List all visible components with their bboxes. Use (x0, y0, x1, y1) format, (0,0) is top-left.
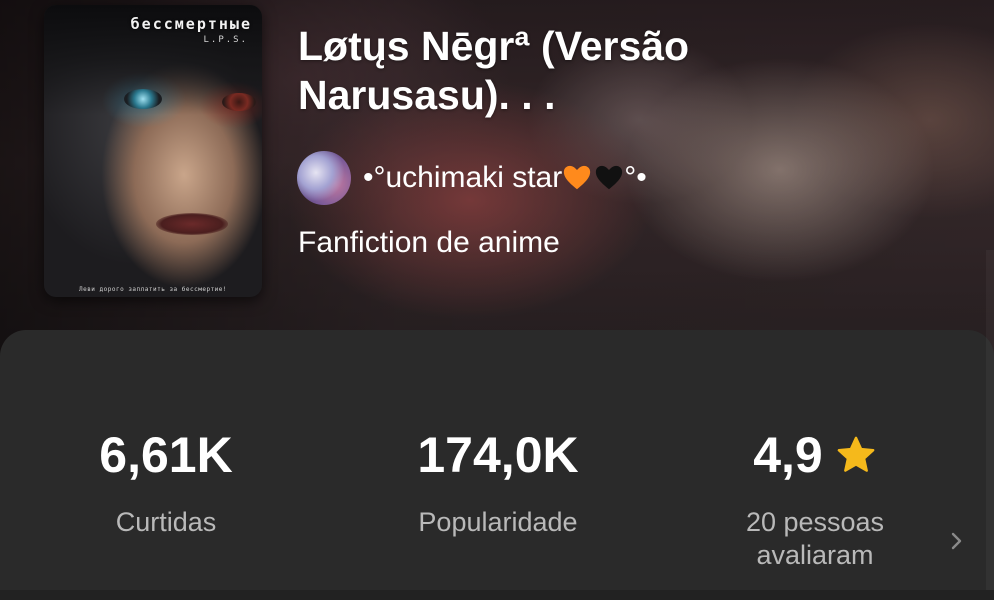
stat-popularity: 174,0K Popularidade (388, 430, 608, 539)
rating-label-line2: avaliaram (756, 540, 874, 570)
rating-value-row: 4,9 (715, 430, 915, 480)
rating-label: 20 pessoas avaliaram (715, 506, 915, 572)
cover-eye-left (124, 89, 162, 109)
stat-rating[interactable]: 4,9 20 pessoas avaliaram (715, 430, 915, 572)
cover-title-text: бессмертные (130, 15, 252, 33)
black-heart-icon (596, 165, 623, 190)
author-row[interactable]: •°uchimaki star °• (297, 150, 647, 206)
likes-count: 6,61K (99, 427, 233, 483)
story-category[interactable]: Fanfiction de anime (298, 226, 560, 260)
author-name-suffix: °• (624, 161, 647, 194)
author-name[interactable]: •°uchimaki star °• (363, 161, 647, 195)
cover-eye-right (222, 93, 256, 111)
orange-heart-icon (564, 165, 591, 190)
rating-label-line1: 20 pessoas (745, 507, 885, 537)
cover-subtitle-text: L.P.S. (203, 35, 248, 45)
star-icon (837, 436, 875, 472)
cover-footer-text: Леви дорого заплатить за бессмертие! (78, 286, 228, 293)
author-name-text: •°uchimaki star (363, 161, 563, 194)
story-cover-image[interactable]: бессмертные L.P.S. Леви дорого заплатить… (44, 5, 262, 297)
author-avatar[interactable] (297, 151, 351, 205)
scrollbar[interactable] (986, 250, 994, 590)
cover-lips (156, 213, 228, 235)
stat-likes: 6,61K Curtidas (56, 430, 276, 539)
popularity-label: Popularidade (418, 507, 578, 537)
chevron-right-icon[interactable] (946, 528, 968, 554)
bottom-divider (0, 590, 994, 600)
likes-label: Curtidas (115, 507, 217, 537)
story-title: Løtųs Nēgrª (Versão Narusasu). . . (298, 23, 690, 118)
popularity-count: 174,0K (417, 427, 579, 483)
rating-value: 4,9 (753, 427, 823, 483)
